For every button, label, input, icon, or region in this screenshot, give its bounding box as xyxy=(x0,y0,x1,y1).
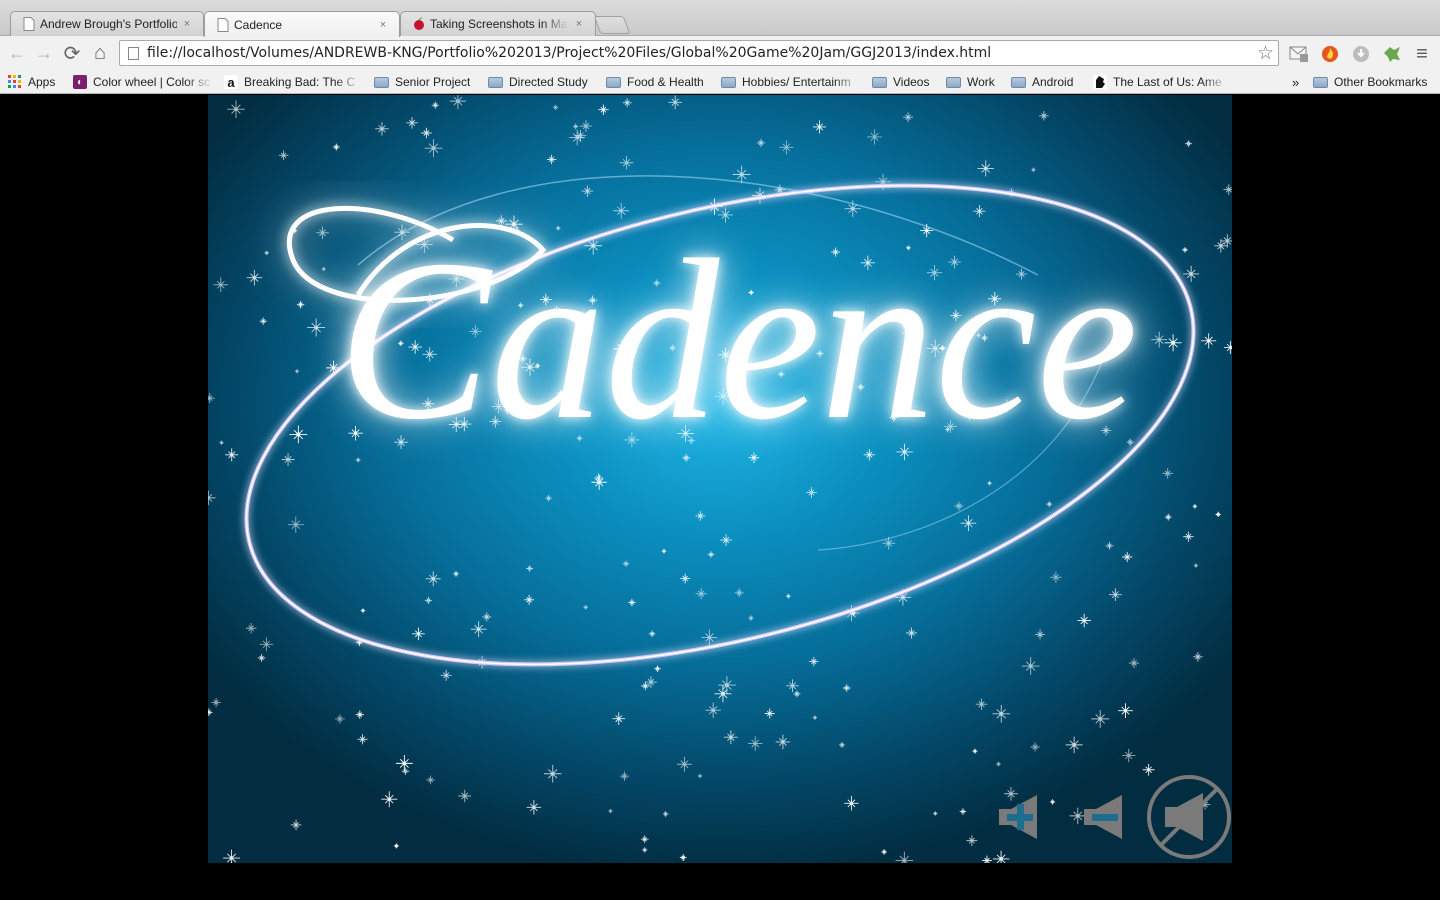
bookmark-label: The Last of Us: Ame xyxy=(1113,75,1222,89)
page-icon xyxy=(23,17,35,31)
folder-icon xyxy=(374,76,389,88)
tab-portfolio[interactable]: Andrew Brough's Portfolio × xyxy=(10,11,204,36)
bookmark-label: Hobbies/ Entertainm xyxy=(742,75,851,89)
bookmark-folder-videos[interactable]: Videos xyxy=(872,73,936,91)
bookmark-label: Apps xyxy=(28,75,56,89)
last-of-us-icon xyxy=(1093,75,1107,89)
chrome-menu-button[interactable]: ≡ xyxy=(1412,43,1432,65)
color-wheel-icon: ◐ xyxy=(73,75,87,89)
title-text: Cadence xyxy=(338,212,1138,467)
tab-title: Andrew Brough's Portfolio xyxy=(40,17,177,31)
tab-title: Cadence xyxy=(234,17,283,32)
folder-icon xyxy=(1011,76,1026,88)
tab-cadence[interactable]: Cadence × xyxy=(204,11,400,37)
fire-extension-icon[interactable] xyxy=(1320,44,1340,64)
folder-icon xyxy=(721,76,736,88)
volume-up-icon xyxy=(999,795,1037,839)
puzzle-extension-icon[interactable] xyxy=(1382,44,1402,64)
bookmark-star-icon[interactable]: ☆ xyxy=(1257,42,1274,65)
bookmark-folder-senior-project[interactable]: Senior Project xyxy=(374,73,478,91)
download-extension-icon[interactable] xyxy=(1351,44,1371,64)
tab-title: Taking Screenshots in Mac xyxy=(430,17,569,31)
amazon-icon: a xyxy=(224,75,238,90)
bookmarks-bar: Apps ◐ Color wheel | Color sc a Breaking… xyxy=(0,70,1440,94)
apple-red-icon xyxy=(414,17,424,30)
new-tab-button[interactable] xyxy=(593,16,631,34)
forward-button[interactable]: → xyxy=(32,41,56,65)
bookmark-folder-work[interactable]: Work xyxy=(946,73,1002,91)
bookmark-apps[interactable]: Apps xyxy=(8,73,64,91)
bookmark-folder-android[interactable]: Android xyxy=(1011,73,1083,91)
gmail-checker-icon[interactable] xyxy=(1289,44,1309,64)
apps-grid-icon xyxy=(8,75,22,89)
browser-toolbar: ← → ⟳ ⌂ file://localhost/Volumes/ANDREWB… xyxy=(0,36,1440,70)
folder-icon xyxy=(1313,76,1328,88)
bookmark-label: Work xyxy=(967,75,995,89)
bookmark-label: Videos xyxy=(893,75,930,89)
bookmark-label: Other Bookmarks xyxy=(1334,75,1428,89)
folder-icon xyxy=(606,76,621,88)
bookmark-label: Color wheel | Color sc xyxy=(93,75,211,89)
game-canvas[interactable]: Cadence xyxy=(208,95,1232,863)
bookmark-folder-food-health[interactable]: Food & Health xyxy=(606,73,712,91)
address-bar[interactable]: file://localhost/Volumes/ANDREWB-KNG/Por… xyxy=(119,40,1279,66)
volume-down-button[interactable] xyxy=(1084,795,1126,839)
tab-screenshots[interactable]: Taking Screenshots in Mac × xyxy=(400,11,596,36)
home-button[interactable]: ⌂ xyxy=(88,41,112,65)
bookmark-folder-directed-study[interactable]: Directed Study xyxy=(488,73,596,91)
page-icon xyxy=(217,17,229,32)
bookmark-label: Senior Project xyxy=(395,75,471,89)
folder-icon xyxy=(946,76,961,88)
tab-close-icon[interactable]: × xyxy=(181,18,193,30)
url-text[interactable]: file://localhost/Volumes/ANDREWB-KNG/Por… xyxy=(147,45,991,61)
reload-button[interactable]: ⟳ xyxy=(60,41,84,65)
bookmark-label: Food & Health xyxy=(627,75,704,89)
bookmark-breaking-bad[interactable]: a Breaking Bad: The C xyxy=(224,73,362,91)
bookmark-folder-other[interactable]: Other Bookmarks xyxy=(1313,73,1435,91)
bookmark-label: Breaking Bad: The C xyxy=(244,75,356,89)
bookmarks-overflow-button[interactable]: » xyxy=(1292,73,1304,91)
tab-close-icon[interactable]: × xyxy=(377,19,389,31)
bookmark-color-wheel[interactable]: ◐ Color wheel | Color sc xyxy=(73,73,213,91)
folder-icon xyxy=(488,76,503,88)
volume-up-button[interactable] xyxy=(999,795,1041,839)
mute-button[interactable] xyxy=(1145,773,1232,861)
folder-icon xyxy=(872,76,887,88)
page-viewport: Cadence xyxy=(0,95,1440,900)
back-button[interactable]: ← xyxy=(5,41,29,65)
tab-strip: Andrew Brough's Portfolio × Cadence × Ta… xyxy=(0,0,1440,37)
page-icon xyxy=(128,47,139,60)
mute-icon xyxy=(1147,775,1231,859)
tab-close-icon[interactable]: × xyxy=(573,18,585,30)
volume-down-icon xyxy=(1084,795,1122,839)
bookmark-folder-hobbies[interactable]: Hobbies/ Entertainm xyxy=(721,73,861,91)
bookmark-last-of-us[interactable]: The Last of Us: Ame xyxy=(1093,73,1229,91)
bookmark-label: Directed Study xyxy=(509,75,588,89)
bookmark-label: Android xyxy=(1032,75,1074,89)
title-logo: Cadence xyxy=(244,175,1196,667)
